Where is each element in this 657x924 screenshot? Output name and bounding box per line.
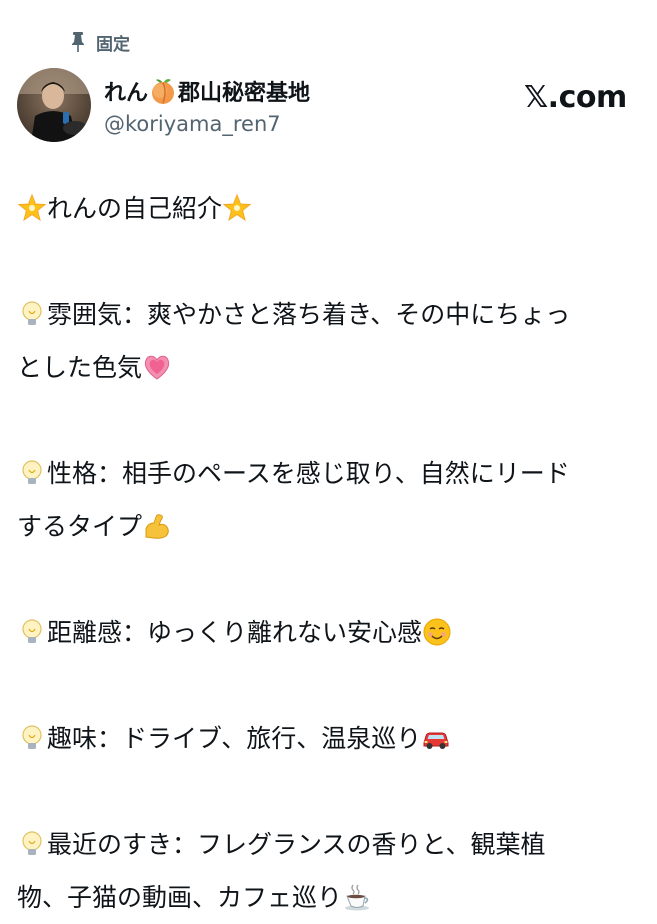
list-item-text: 距離感：ゆっくり離れない安心感 (47, 618, 423, 647)
list-item: 性格：相手のペースを感じ取り、自然にリード (17, 447, 637, 500)
list-item-continuation: するタイプ (17, 500, 637, 553)
light-bulb-icon (17, 723, 47, 753)
list-item-continuation: とした色気 (17, 341, 637, 394)
list-item-text: 物、子猫の動画、カフェ巡り (17, 883, 343, 912)
list-item-text: 趣味：ドライブ、旅行、温泉巡り (47, 724, 422, 753)
growing-heart-icon (142, 352, 172, 382)
pinned-label: 固定 (96, 34, 130, 55)
list-item-text: 雰囲気：爽やかさと落ち着き、その中にちょっ (47, 300, 571, 329)
light-bulb-icon (17, 299, 47, 329)
light-bulb-icon (17, 829, 47, 859)
light-bulb-icon (17, 617, 47, 647)
author-handle[interactable]: @koriyama_ren7 (104, 112, 281, 136)
peach-icon (149, 77, 177, 105)
glowing-star-icon (222, 193, 252, 223)
brand-logo: 𝕏.com (524, 80, 627, 115)
list-item: 雰囲気：爽やかさと落ち着き、その中にちょっ (17, 288, 637, 341)
smiling-face-icon (422, 617, 452, 647)
list-item-text: 性格：相手のペースを感じ取り、自然にリード (47, 459, 570, 488)
list-item: 趣味：ドライブ、旅行、温泉巡り (17, 712, 637, 765)
post-body: れんの自己紹介 雰囲気：爽やかさと落ち着き、その中にちょっ とした色気 性格：相… (17, 182, 637, 924)
list-item-continuation: 物、子猫の動画、カフェ巡り (17, 871, 637, 924)
list-item-text: 最近のすき：フレグランスの香りと、観葉植 (47, 830, 546, 859)
post-title-text: れんの自己紹介 (47, 194, 223, 223)
author-display-name: れん (104, 81, 149, 106)
list-item: 距離感：ゆっくり離れない安心感 (17, 606, 637, 659)
author-name[interactable]: れん 郡山秘密基地 (104, 75, 310, 107)
light-bulb-icon (17, 458, 47, 488)
author-display-name-suffix: 郡山秘密基地 (178, 81, 311, 106)
glowing-star-icon (17, 193, 47, 223)
pinned-indicator: 固定 (70, 28, 130, 56)
car-icon (421, 723, 451, 753)
list-item-text: するタイプ (17, 512, 143, 541)
list-item-text: とした色気 (17, 353, 143, 382)
post-title: れんの自己紹介 (17, 182, 637, 235)
list-item: 最近のすき：フレグランスの香りと、観葉植 (17, 818, 637, 871)
hot-beverage-icon (342, 882, 372, 912)
pin-icon (70, 31, 86, 53)
flexed-biceps-icon (142, 511, 172, 541)
avatar[interactable] (17, 68, 91, 142)
